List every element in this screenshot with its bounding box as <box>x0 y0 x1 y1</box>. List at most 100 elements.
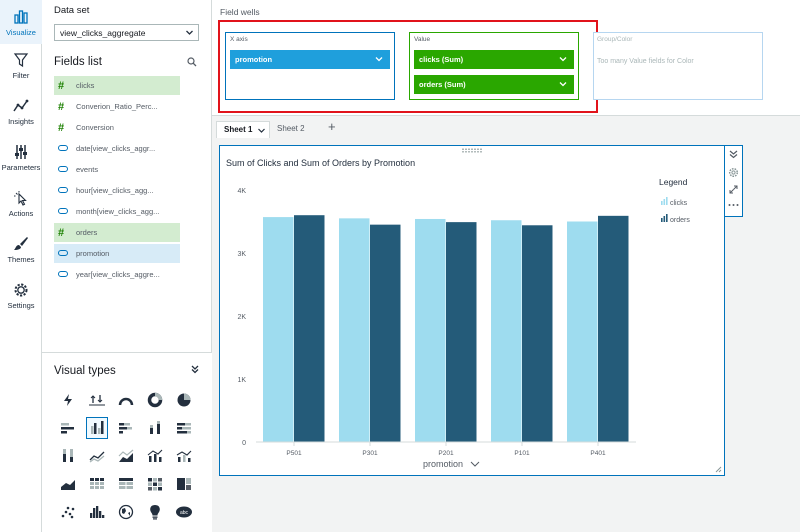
field-item[interactable]: year[view_clicks_aggre... <box>54 265 180 284</box>
vt-combo-bar-line[interactable] <box>144 445 166 467</box>
legend-swatch-bar <box>666 197 668 205</box>
vt-histogram[interactable] <box>86 501 108 523</box>
vt-heat-map[interactable] <box>144 473 166 495</box>
search-icon[interactable] <box>187 57 197 67</box>
vt-gauge[interactable] <box>115 389 137 411</box>
group-color-well-label: Group/Color <box>597 36 633 43</box>
tab-sheet-1[interactable]: Sheet 1 <box>216 121 270 138</box>
insights-line-icon <box>13 99 29 112</box>
value-well[interactable]: Value clicks (Sum) orders (Sum) <box>409 32 579 100</box>
vt-pie[interactable] <box>173 389 195 411</box>
dataset-select[interactable]: view_clicks_aggregate <box>54 24 199 41</box>
collapse-chevron-icon[interactable] <box>728 149 739 160</box>
vt-stacked-horizontal-bar[interactable] <box>115 417 137 439</box>
x-axis-field-pill[interactable]: promotion <box>230 50 390 69</box>
field-item-label: date[view_clicks_aggr... <box>76 144 156 153</box>
vt-100pct-horizontal-bar[interactable] <box>173 417 195 439</box>
paint-brush-icon <box>14 237 28 250</box>
vt-word-cloud[interactable]: abc <box>173 501 195 523</box>
legend-item-clicks[interactable]: clicks <box>661 197 688 207</box>
rail-actions[interactable]: Actions <box>0 190 42 226</box>
visual-types-panel: Visual types abc <box>42 352 212 532</box>
visual-menu-toolbar <box>725 145 743 217</box>
histogram-icon <box>90 506 105 518</box>
legend-item-orders[interactable]: orders <box>661 214 690 224</box>
value-field-pill-clicks[interactable]: clicks (Sum) <box>414 50 574 69</box>
dimension-tag-icon <box>58 186 76 195</box>
percent-bar-icon <box>177 423 191 434</box>
x-axis-chevron-icon[interactable] <box>470 461 480 467</box>
legend-swatch-bar <box>661 218 663 222</box>
x-axis-label: promotion <box>423 459 463 469</box>
combo-stacked-icon <box>176 450 192 462</box>
vt-donut[interactable] <box>144 389 166 411</box>
expand-icon[interactable] <box>728 184 739 195</box>
rail-themes[interactable]: Themes <box>0 236 42 272</box>
vt-stacked-vertical-bar[interactable] <box>144 417 166 439</box>
x-axis-field-label: promotion <box>235 55 273 64</box>
vt-autograph[interactable] <box>57 389 79 411</box>
field-item[interactable]: # clicks <box>54 76 180 95</box>
resize-handle-icon[interactable] <box>714 465 722 473</box>
bar-clicks <box>491 220 522 442</box>
tab-sheet-1-label: Sheet 1 <box>224 125 253 134</box>
vt-table[interactable] <box>115 473 137 495</box>
vt-clustered-bar[interactable] <box>86 417 108 439</box>
double-chevron-down-icon[interactable] <box>190 364 200 374</box>
visual-card[interactable]: Sum of Clicks and Sum of Orders by Promo… <box>219 145 725 476</box>
more-options-icon[interactable] <box>728 202 739 208</box>
field-item-label: orders <box>76 228 98 237</box>
bar-clicks <box>415 218 446 442</box>
vt-100pct-vertical-bar[interactable] <box>57 445 79 467</box>
value-field-pill-orders[interactable]: orders (Sum) <box>414 75 574 94</box>
field-item[interactable]: events <box>54 160 180 179</box>
field-wells-area: Field wells X axis promotion Value click… <box>212 0 800 116</box>
x-axis-well[interactable]: X axis promotion <box>225 32 395 100</box>
field-item[interactable]: date[view_clicks_aggr... <box>54 139 180 158</box>
y-tick-label: 2K <box>237 314 246 321</box>
chevron-down-icon[interactable] <box>558 54 568 64</box>
chevron-down-icon <box>186 30 193 35</box>
vt-line[interactable] <box>86 445 108 467</box>
chevron-down-icon[interactable] <box>374 54 384 64</box>
vt-area-line[interactable] <box>115 445 137 467</box>
word-cloud-icon: abc <box>176 506 192 518</box>
vt-scatter[interactable] <box>57 501 79 523</box>
area-chart-icon <box>61 480 75 490</box>
vt-combo-stacked[interactable] <box>173 445 195 467</box>
vt-area[interactable] <box>57 473 79 495</box>
field-item[interactable]: promotion <box>54 244 180 263</box>
tab-sheet-2[interactable]: Sheet 2 <box>270 121 314 138</box>
x-axis-well-label: X axis <box>230 36 248 43</box>
rail-filter[interactable]: Filter <box>0 52 42 88</box>
field-item[interactable]: # Conversion <box>54 118 180 137</box>
pointer-click-icon <box>14 191 27 206</box>
rail-parameters[interactable]: Parameters <box>0 144 42 180</box>
field-item-label: events <box>76 165 99 174</box>
sliders-icon <box>15 145 27 159</box>
add-sheet-button[interactable]: + <box>328 119 336 134</box>
field-item[interactable]: month[view_clicks_agg... <box>54 202 180 221</box>
vt-pivot-table[interactable] <box>86 473 108 495</box>
rail-insights[interactable]: Insights <box>0 98 42 134</box>
tab-sheet-2-label: Sheet 2 <box>277 124 305 133</box>
dataset-select-value: view_clicks_aggregate <box>60 28 146 38</box>
field-item-label: year[view_clicks_aggre... <box>76 270 160 279</box>
vt-insight[interactable] <box>144 501 166 523</box>
rail-visualize[interactable]: Visualize <box>0 0 42 44</box>
field-item[interactable]: hour[view_clicks_agg... <box>54 181 180 200</box>
vt-tree-map[interactable] <box>173 473 195 495</box>
gear-icon <box>14 283 28 297</box>
chevron-down-icon[interactable] <box>257 126 266 135</box>
gear-icon[interactable] <box>728 167 739 178</box>
vt-horizontal-bar[interactable] <box>57 417 79 439</box>
vt-kpi[interactable] <box>86 389 108 411</box>
group-color-well: Group/Color Too many Value fields for Co… <box>593 32 763 100</box>
vt-filled-map[interactable] <box>115 501 137 523</box>
stacked-bar-icon <box>119 423 132 434</box>
chevron-down-icon[interactable] <box>558 79 568 89</box>
field-item[interactable]: # Converion_Ratio_Perc... <box>54 97 180 116</box>
rail-settings[interactable]: Settings <box>0 282 42 318</box>
fields-list-title: Fields list <box>54 56 102 68</box>
field-item[interactable]: # orders <box>54 223 180 242</box>
